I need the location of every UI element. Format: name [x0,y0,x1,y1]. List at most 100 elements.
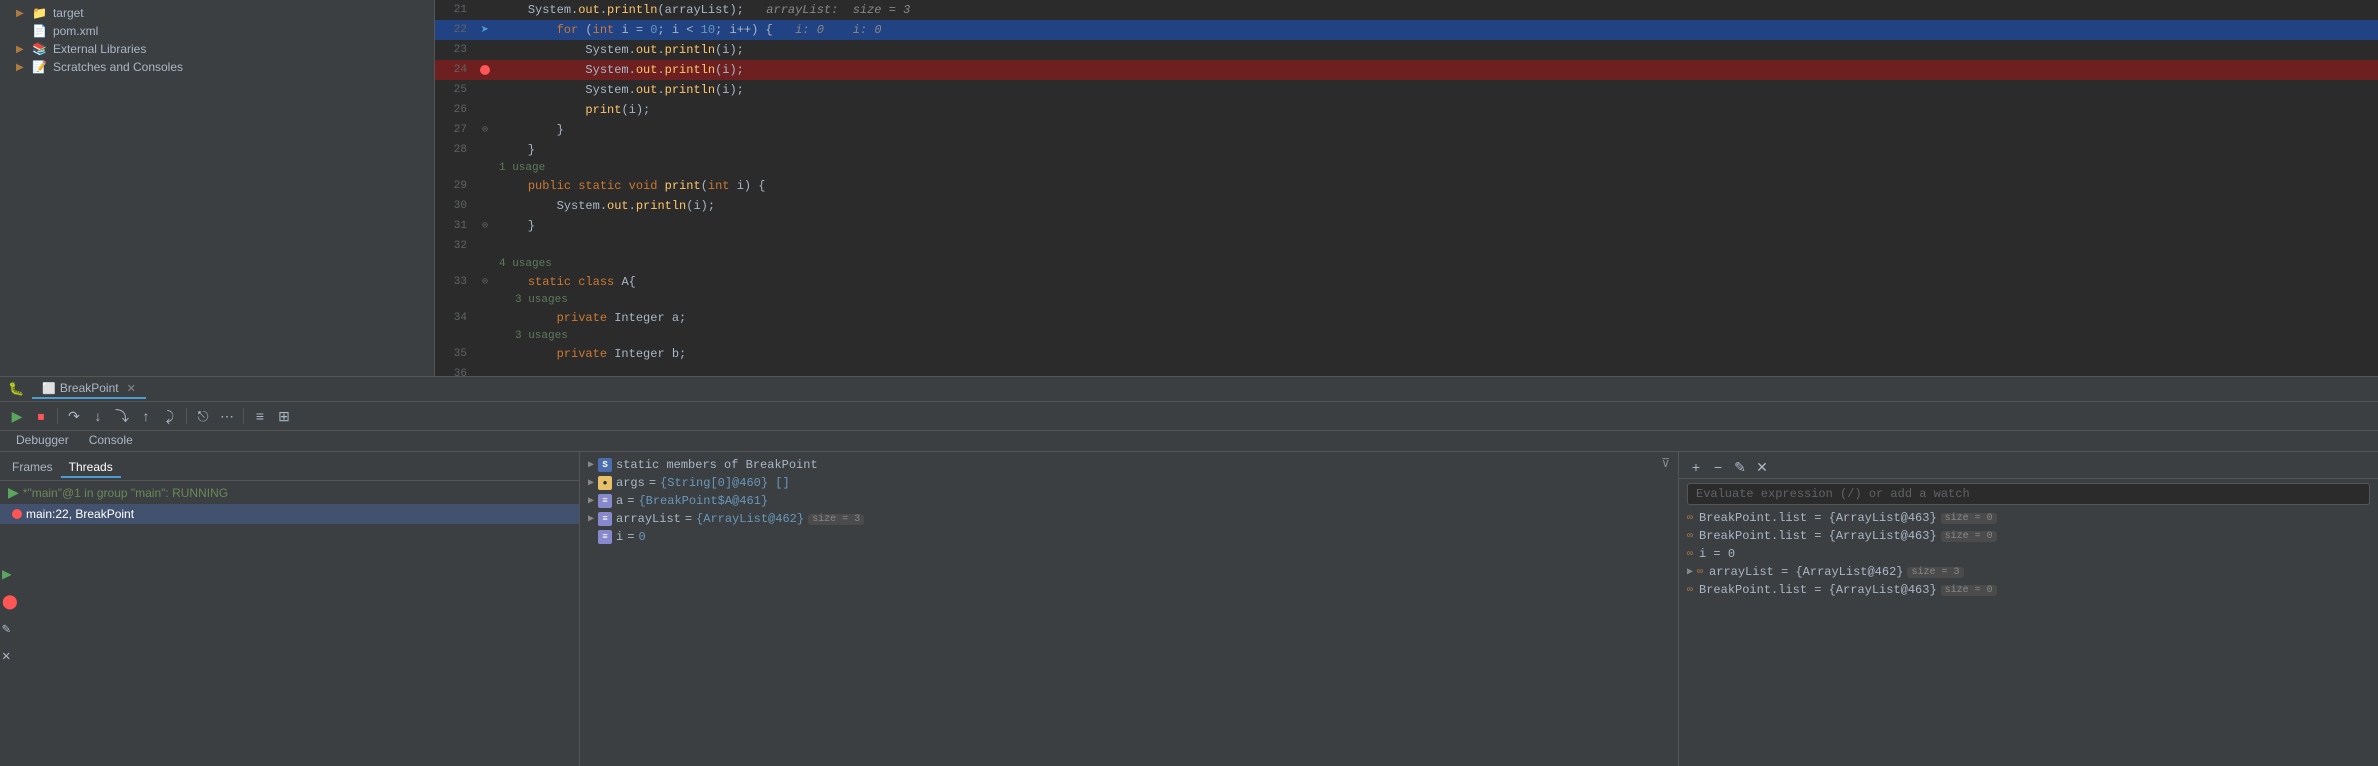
debug-tab-breakpoint[interactable]: ⬜ BreakPoint ✕ [32,379,146,399]
code-editor: 21 System.out.println(arrayList); arrayL… [435,0,2378,376]
var-name-args: args [616,476,645,490]
debug-panel: 🐛 ⬜ BreakPoint ✕ ▶ ⏹ ↷ ↓ ⤵ ↑ ⤸ ⎋ ⋯ ≡ ⊞ [0,376,2378,766]
code-line-32: 32 [435,236,2378,256]
sidebar-item-pom[interactable]: 📄 pom.xml [0,22,434,40]
resume-button[interactable]: ▶ [6,405,28,427]
mode-tabs: Debugger Console [0,431,149,451]
tab-threads[interactable]: Threads [61,458,121,478]
clear-watches-button[interactable]: ✕ [1753,458,1771,476]
code-line-35: 35 private Integer b; [435,344,2378,364]
fold-icon-33[interactable]: ⊖ [482,276,488,288]
var-args[interactable]: ▶ ● args = {String[0]@460} [] [580,474,1678,492]
code-content-26: print(i); [495,103,2378,117]
code-line-24: 24 System.out.println(i); [435,60,2378,80]
watch-size-2: size = 0 [1941,531,1997,542]
force-step-into-button[interactable]: ⤵ [111,405,133,427]
sidebar-item-external-libs[interactable]: ▶ 📚 External Libraries [0,40,434,58]
watch-item-5[interactable]: ∞ BreakPoint.list = {ArrayList@463} size… [1679,581,2378,599]
line-num-23: 23 [435,44,475,56]
line-num-34: 34 [435,312,475,324]
usage-text-3a: 3 usages [435,294,568,306]
close-tab-icon[interactable]: ✕ [127,382,136,395]
add-watch-button[interactable]: + [1687,458,1705,476]
watch-label-5: BreakPoint.list = {ArrayList@463} [1699,583,1937,597]
more-button[interactable]: ⋯ [216,405,238,427]
usage-hint-1: 1 usage [435,160,2378,176]
tab-console[interactable]: Console [81,431,141,451]
tab-debugger[interactable]: Debugger [8,431,77,451]
var-arraylist[interactable]: ▶ ≡ arrayList = {ArrayList@462} size = 3 [580,510,1678,528]
watch-arrow-4[interactable]: ▶ [1687,566,1693,578]
line-num-25: 25 [435,84,475,96]
step-into-button[interactable]: ↓ [87,405,109,427]
tab-frames[interactable]: Frames [4,458,61,478]
var-arrow-static[interactable]: ▶ [588,459,594,471]
edit-watch-button[interactable]: ✎ [1731,458,1749,476]
var-arrow-args[interactable]: ▶ [588,477,594,489]
sidebar-label-pom: pom.xml [53,24,98,38]
usage-text-4: 4 usages [435,258,552,270]
code-content-35: private Integer b; [495,347,2378,361]
watch-item-1[interactable]: ∞ BreakPoint.list = {ArrayList@463} size… [1679,509,2378,527]
var-arrow-arraylist[interactable]: ▶ [588,513,594,525]
fold-icon-27[interactable]: ⊖ [482,124,488,136]
code-line-28: 28 } [435,140,2378,160]
code-line-36: 36 [435,364,2378,376]
gutter-27: ⊖ [475,124,495,136]
watch-size-1: size = 0 [1941,513,1997,524]
sidebar-label-target: target [53,6,84,20]
sidebar-action-icons: ▶ ⬤ ✎ ✕ [0,560,20,669]
gutter-24 [475,65,495,75]
code-line-31: 31 ⊖ } [435,216,2378,236]
watch-oo-5: ∞ [1687,585,1693,596]
debug-content: Frames Threads ▶ *"main"@1 in group "mai… [0,452,2378,766]
line-num-26: 26 [435,104,475,116]
code-area[interactable]: 21 System.out.println(arrayList); arrayL… [435,0,2378,376]
watches-toolbar: + − ✎ ✕ [1679,456,2378,479]
evaluate-input[interactable] [1687,483,2370,505]
layout-button[interactable]: ⊞ [273,405,295,427]
code-line-26: 26 print(i); [435,100,2378,120]
args-icon: ● [598,476,612,490]
threads-label: Threads [69,460,113,474]
gutter-22: ➤ [475,22,495,39]
var-arrow-a[interactable]: ▶ [588,495,594,507]
code-line-25: 25 System.out.println(i); [435,80,2378,100]
thread-item-main[interactable]: ▶ *"main"@1 in group "main": RUNNING [0,481,579,504]
watch-size-5: size = 0 [1941,585,1997,596]
var-static-members[interactable]: ▶ S static members of BreakPoint [580,456,1678,474]
static-icon: S [598,458,612,472]
frame-item-main22[interactable]: main:22, BreakPoint [0,504,579,524]
breakpoint-sidebar-icon[interactable]: ⬤ [2,594,18,611]
line-num-35: 35 [435,348,475,360]
sidebar-item-scratches[interactable]: ▶ 📝 Scratches and Consoles [0,58,434,76]
close-sidebar-icon[interactable]: ✕ [2,648,18,665]
variables-panel: ⊽ ▶ S static members of BreakPoint ▶ ● a… [580,452,1678,766]
var-a[interactable]: ▶ ≡ a = {BreakPoint$A@461} [580,492,1678,510]
edit-sidebar-icon[interactable]: ✎ [2,621,18,638]
remove-watch-button[interactable]: − [1709,458,1727,476]
arraylist-icon: ≡ [598,512,612,526]
watch-item-3[interactable]: ∞ i = 0 [1679,545,2378,563]
fold-icon-31[interactable]: ⊖ [482,220,488,232]
tab-console-label: Console [89,433,133,447]
var-name-static: static members of BreakPoint [616,458,818,472]
watch-item-2[interactable]: ∞ BreakPoint.list = {ArrayList@463} size… [1679,527,2378,545]
sidebar-item-target[interactable]: ▶ 📁 target [0,4,434,22]
evaluate-button[interactable]: ⎋ [192,405,214,427]
var-value-a: {BreakPoint$A@461} [638,494,768,508]
line-num-33: 33 [435,276,475,288]
settings-button[interactable]: ≡ [249,405,271,427]
run-to-cursor-button[interactable]: ⤸ [159,405,181,427]
var-i[interactable]: ▶ ≡ i = 0 [580,528,1678,546]
toolbar-sep-1 [57,408,58,424]
filter-icon[interactable]: ⊽ [1661,456,1670,471]
step-over-button[interactable]: ↷ [63,405,85,427]
main-layout: ▶ 📁 target 📄 pom.xml ▶ 📚 External Librar… [0,0,2378,766]
debug-icon: 🐛 [8,382,24,397]
tree-arrow-libs: ▶ [16,44,28,55]
stop-button[interactable]: ⏹ [30,405,52,427]
resume-sidebar-icon[interactable]: ▶ [2,564,18,584]
watch-item-4[interactable]: ▶ ∞ arrayList = {ArrayList@462} size = 3 [1679,563,2378,581]
step-out-button[interactable]: ↑ [135,405,157,427]
